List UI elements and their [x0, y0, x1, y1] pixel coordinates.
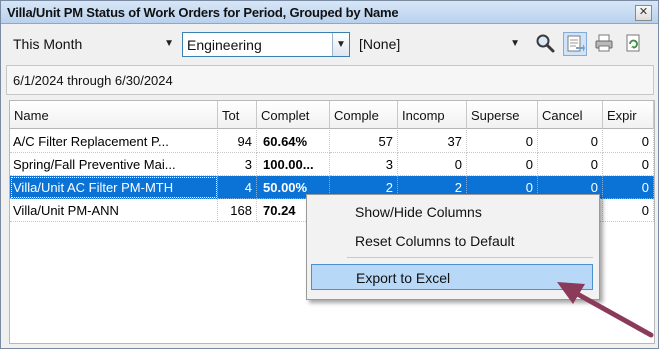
annotation-arrow-icon [557, 282, 654, 338]
report-window: Villa/Unit PM Status of Work Orders for … [0, 0, 659, 349]
